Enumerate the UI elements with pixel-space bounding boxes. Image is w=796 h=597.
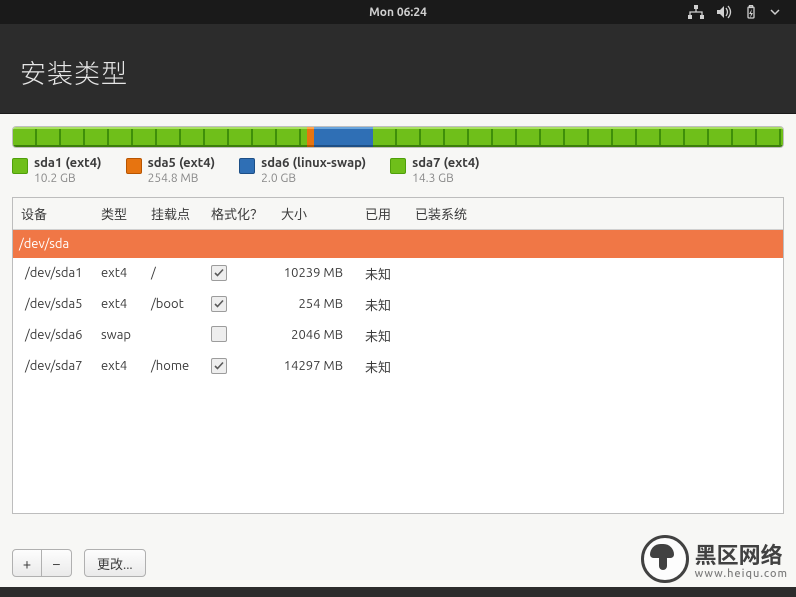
cell-device: /dev/sda1 <box>13 258 93 289</box>
table-row[interactable]: /dev/sda1 ext4 / 10239 MB 未知 <box>13 258 783 289</box>
col-device[interactable]: 设备 <box>13 198 93 230</box>
cell-used: 未知 <box>357 320 407 351</box>
system-tray <box>688 5 796 19</box>
top-bar: Mon 06:24 <box>0 0 796 24</box>
window-header: 安装类型 <box>0 24 796 113</box>
watermark-title: 黑区网络 <box>695 538 788 570</box>
col-type[interactable]: 类型 <box>93 198 143 230</box>
watermark-url: www.heiqu.com <box>695 568 788 580</box>
partition-seg-sda5[interactable] <box>307 127 314 147</box>
cell-device: /dev/sda <box>13 230 783 258</box>
content-area: sda1 (ext4) 10.2 GB sda5 (ext4) 254.8 MB… <box>0 113 796 587</box>
checkbox-checked <box>211 358 227 374</box>
cell-mount: /boot <box>143 289 203 320</box>
cell-format[interactable] <box>203 258 273 289</box>
legend-label: sda6 (linux-swap) <box>261 156 366 170</box>
cell-device: /dev/sda5 <box>13 289 93 320</box>
cell-mount <box>143 320 203 351</box>
watermark-logo-icon <box>641 535 689 583</box>
table-header-row: 设备 类型 挂载点 格式化？ 大小 已用 已装系统 <box>13 198 783 230</box>
col-mount[interactable]: 挂载点 <box>143 198 203 230</box>
col-system[interactable]: 已装系统 <box>407 198 783 230</box>
cell-used: 未知 <box>357 289 407 320</box>
watermark: 黑区网络 www.heiqu.com <box>641 535 788 583</box>
cell-size: 14297 MB <box>273 351 357 382</box>
legend-label: sda5 (ext4) <box>148 156 216 170</box>
legend-item: sda1 (ext4) 10.2 GB <box>12 156 102 185</box>
battery-icon[interactable] <box>744 5 758 19</box>
cell-size: 2046 MB <box>273 320 357 351</box>
cell-mount: /home <box>143 351 203 382</box>
col-format[interactable]: 格式化？ <box>203 198 273 230</box>
cell-format[interactable] <box>203 320 273 351</box>
change-button[interactable]: 更改... <box>84 549 146 577</box>
partition-table[interactable]: 设备 类型 挂载点 格式化？ 大小 已用 已装系统 /dev/sda /dev/… <box>12 197 784 514</box>
remove-partition-button[interactable]: − <box>42 549 72 577</box>
table-actions: + − 更改... <box>12 549 146 577</box>
cell-size: 10239 MB <box>273 258 357 289</box>
cell-mount: / <box>143 258 203 289</box>
table-row[interactable]: /dev/sda5 ext4 /boot 254 MB 未知 <box>13 289 783 320</box>
legend-size: 254.8 MB <box>148 172 216 185</box>
cell-type: swap <box>93 320 143 351</box>
legend-label: sda7 (ext4) <box>412 156 480 170</box>
cell-format[interactable] <box>203 289 273 320</box>
cell-type: ext4 <box>93 258 143 289</box>
add-partition-button[interactable]: + <box>12 549 42 577</box>
col-used[interactable]: 已用 <box>357 198 407 230</box>
legend-swatch <box>239 158 255 174</box>
partition-seg-sda1[interactable] <box>13 127 307 147</box>
legend-swatch <box>126 158 142 174</box>
table-row[interactable]: /dev/sda <box>13 230 783 258</box>
cell-size: 254 MB <box>273 289 357 320</box>
cell-used: 未知 <box>357 258 407 289</box>
checkbox-unchecked <box>211 326 227 342</box>
chevron-down-icon[interactable] <box>770 8 780 16</box>
legend-size: 2.0 GB <box>261 172 366 185</box>
cell-type: ext4 <box>93 289 143 320</box>
cell-used: 未知 <box>357 351 407 382</box>
table-row[interactable]: /dev/sda6 swap 2046 MB 未知 <box>13 320 783 351</box>
legend-size: 14.3 GB <box>412 172 480 185</box>
cell-device: /dev/sda7 <box>13 351 93 382</box>
volume-icon[interactable] <box>716 5 732 19</box>
legend-swatch <box>390 158 406 174</box>
col-size[interactable]: 大小 <box>273 198 357 230</box>
legend-swatch <box>12 158 28 174</box>
page-title: 安装类型 <box>20 54 776 91</box>
partition-legend: sda1 (ext4) 10.2 GB sda5 (ext4) 254.8 MB… <box>12 156 784 185</box>
table-row[interactable]: /dev/sda7 ext4 /home 14297 MB 未知 <box>13 351 783 382</box>
legend-item: sda7 (ext4) 14.3 GB <box>390 156 480 185</box>
legend-size: 10.2 GB <box>34 172 102 185</box>
partition-seg-sda7[interactable] <box>373 127 783 147</box>
legend-item: sda6 (linux-swap) 2.0 GB <box>239 156 366 185</box>
cell-device: /dev/sda6 <box>13 320 93 351</box>
cell-type: ext4 <box>93 351 143 382</box>
clock: Mon 06:24 <box>369 6 427 19</box>
partition-bar[interactable] <box>12 126 784 148</box>
legend-label: sda1 (ext4) <box>34 156 102 170</box>
checkbox-checked <box>211 265 227 281</box>
legend-item: sda5 (ext4) 254.8 MB <box>126 156 216 185</box>
partition-seg-sda6[interactable] <box>314 127 373 147</box>
checkbox-checked <box>211 296 227 312</box>
cell-format[interactable] <box>203 351 273 382</box>
table-body: /dev/sda /dev/sda1 ext4 / 10239 MB 未知 /d… <box>13 230 783 382</box>
network-icon[interactable] <box>688 5 704 19</box>
